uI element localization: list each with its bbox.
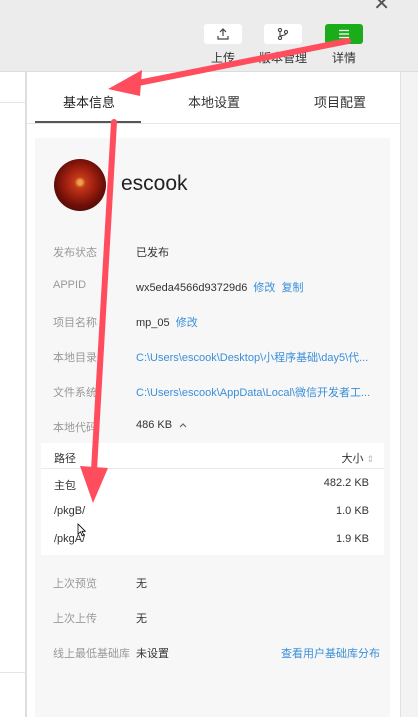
- basic-info-content: escook 发布状态 已发布 APPID wx5eda4566d93729d6…: [35, 138, 390, 717]
- last-upload-value: 无: [136, 613, 147, 625]
- path-column-header: 路径: [54, 453, 76, 465]
- chevron-up-icon: [179, 423, 187, 428]
- toolbar: ✕ 上传 版本管理 详情: [0, 0, 418, 72]
- upload-button[interactable]: 上传: [198, 24, 248, 66]
- version-label: 版本管理: [258, 51, 307, 65]
- package-table-header: 路径 大小 ⇕: [41, 443, 384, 469]
- table-row: /pkgB/ 1.0 KB: [41, 497, 384, 525]
- size-column-header[interactable]: 大小 ⇕: [341, 450, 374, 466]
- package-table: 路径 大小 ⇕ 主包 482.2 KB /pkgB/ 1.0 KB /pkgA/ …: [41, 443, 384, 555]
- last-preview-label: 上次预览: [53, 578, 97, 590]
- username: escook: [121, 172, 188, 195]
- appid-label: APPID: [53, 279, 87, 291]
- menu-icon: [325, 24, 363, 44]
- file-system-label: 文件系统: [53, 387, 97, 399]
- min-lib-label: 线上最低基础库: [53, 648, 130, 660]
- editor-area: [0, 72, 26, 717]
- avatar: [54, 159, 106, 211]
- tab-local-settings[interactable]: 本地设置: [188, 92, 240, 111]
- tab-project-config[interactable]: 项目配置: [314, 92, 366, 111]
- table-row: 主包 482.2 KB: [41, 469, 384, 497]
- status-value: 已发布: [136, 247, 169, 259]
- close-icon[interactable]: ✕: [373, 0, 390, 14]
- divider: [0, 672, 26, 673]
- package-size: 1.0 KB: [335, 505, 369, 517]
- version-button[interactable]: 版本管理: [258, 24, 308, 66]
- appid-copy-link[interactable]: 复制: [281, 282, 303, 294]
- upload-icon: [204, 24, 242, 44]
- tab-basic-info[interactable]: 基本信息: [63, 92, 115, 111]
- size-column-label: 大小: [341, 453, 364, 465]
- table-row: /pkgA/ 1.9 KB: [41, 525, 384, 553]
- mouse-cursor-icon: [77, 523, 86, 537]
- active-tab-indicator: [35, 121, 141, 123]
- package-size: 1.9 KB: [335, 533, 369, 545]
- package-path: 主包: [54, 480, 76, 492]
- local-dir-label: 本地目录: [53, 352, 97, 364]
- details-panel: 基本信息 本地设置 项目配置 escook 发布状态 已发布 APPID wx5…: [26, 72, 402, 717]
- appid-value: wx5eda4566d93729d6: [136, 282, 248, 294]
- local-code-value: 486 KB: [136, 419, 173, 431]
- sort-icon: ⇕: [366, 454, 374, 464]
- local-code-toggle[interactable]: 486 KB: [136, 419, 187, 431]
- local-code-label: 本地代码: [53, 422, 97, 434]
- detail-button[interactable]: 详情: [319, 24, 369, 66]
- project-name-edit-link[interactable]: 修改: [176, 317, 198, 329]
- last-upload-label: 上次上传: [53, 613, 97, 625]
- appid-edit-link[interactable]: 修改: [253, 282, 275, 294]
- tab-bar: 基本信息 本地设置 项目配置: [27, 72, 402, 124]
- branch-icon: [264, 24, 302, 44]
- file-system-link[interactable]: C:\Users\escook\AppData\Local\微信开发者工...: [136, 384, 376, 400]
- project-name-row: mp_05 修改: [136, 314, 198, 330]
- project-name-value: mp_05: [136, 317, 170, 329]
- upload-label: 上传: [210, 51, 235, 65]
- detail-label: 详情: [331, 51, 356, 65]
- package-path: /pkgB/: [54, 505, 86, 517]
- project-name-label: 项目名称: [53, 317, 97, 329]
- last-preview-value: 无: [136, 578, 147, 590]
- scroll-track: [401, 72, 418, 717]
- min-lib-value: 未设置: [136, 648, 169, 660]
- appid-row: wx5eda4566d93729d6 修改 复制: [136, 279, 303, 295]
- status-label: 发布状态: [53, 247, 97, 259]
- local-dir-link[interactable]: C:\Users\escook\Desktop\小程序基础\day5\代...: [136, 349, 376, 365]
- lib-distribution-link[interactable]: 查看用户基础库分布: [281, 645, 380, 661]
- package-size: 482.2 KB: [323, 477, 369, 489]
- divider: [0, 102, 26, 103]
